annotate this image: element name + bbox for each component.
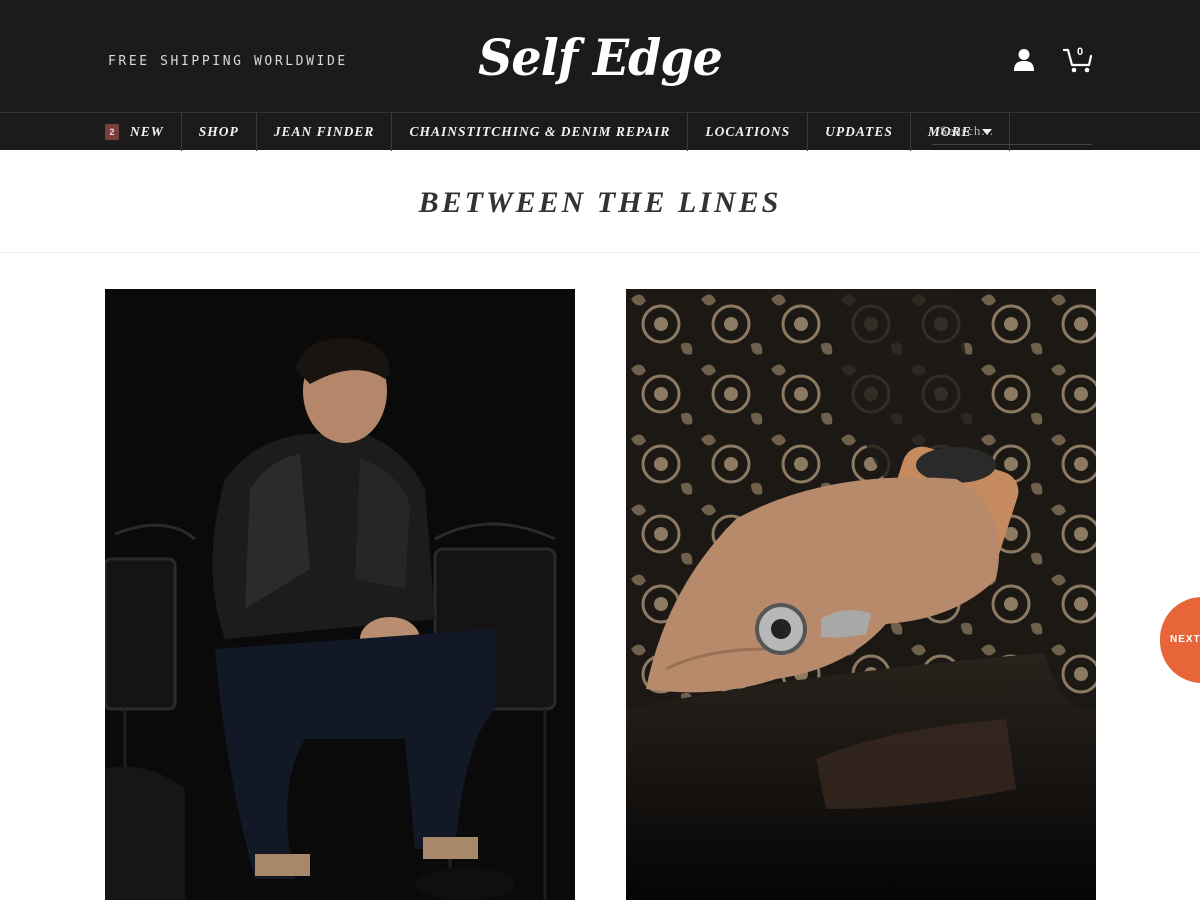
nav-item-jean-finder[interactable]: JEAN FINDER bbox=[257, 113, 393, 151]
nav-item-chainstitching[interactable]: CHAINSTITCHING & DENIM REPAIR bbox=[392, 113, 689, 151]
nav-item-new[interactable]: 2 NEW bbox=[88, 113, 182, 151]
nav-item-updates[interactable]: UPDATES bbox=[808, 113, 911, 151]
photo-man-leather-jacket[interactable] bbox=[105, 289, 575, 900]
user-icon[interactable] bbox=[1013, 48, 1035, 72]
nav-item-label: JEAN FINDER bbox=[273, 124, 375, 139]
nav-item-label: CHAINSTITCHING & DENIM REPAIR bbox=[409, 124, 671, 139]
nav-item-label: LOCATIONS bbox=[705, 124, 791, 139]
main-nav: 2 NEW SHOP JEAN FINDER CHAINSTITCHING & … bbox=[0, 112, 1200, 151]
next-button[interactable]: NEXT bbox=[1160, 597, 1200, 683]
nav-item-label: SHOP bbox=[198, 124, 239, 139]
site-logo[interactable]: Self Edge bbox=[30, 28, 1170, 87]
title-divider bbox=[0, 252, 1200, 253]
page-title: BETWEEN THE LINES bbox=[418, 186, 782, 219]
site-header: FREE SHIPPING WORLDWIDE Self Edge 0 bbox=[0, 0, 1200, 112]
nav-list: 2 NEW SHOP JEAN FINDER CHAINSTITCHING & … bbox=[88, 113, 1010, 151]
photo-man-leather-jacket-image bbox=[105, 289, 575, 900]
photo-hand-with-rings-image bbox=[626, 289, 1096, 900]
nav-item-shop[interactable]: SHOP bbox=[182, 113, 257, 151]
nav-item-locations[interactable]: LOCATIONS bbox=[688, 113, 809, 151]
nav-item-label: UPDATES bbox=[825, 124, 893, 139]
new-count-badge: 2 bbox=[105, 124, 119, 140]
cart-count: 0 bbox=[1077, 46, 1084, 58]
search-input[interactable] bbox=[932, 117, 1092, 145]
photo-hand-with-rings[interactable] bbox=[626, 289, 1096, 900]
nav-item-label: NEW bbox=[130, 124, 164, 139]
